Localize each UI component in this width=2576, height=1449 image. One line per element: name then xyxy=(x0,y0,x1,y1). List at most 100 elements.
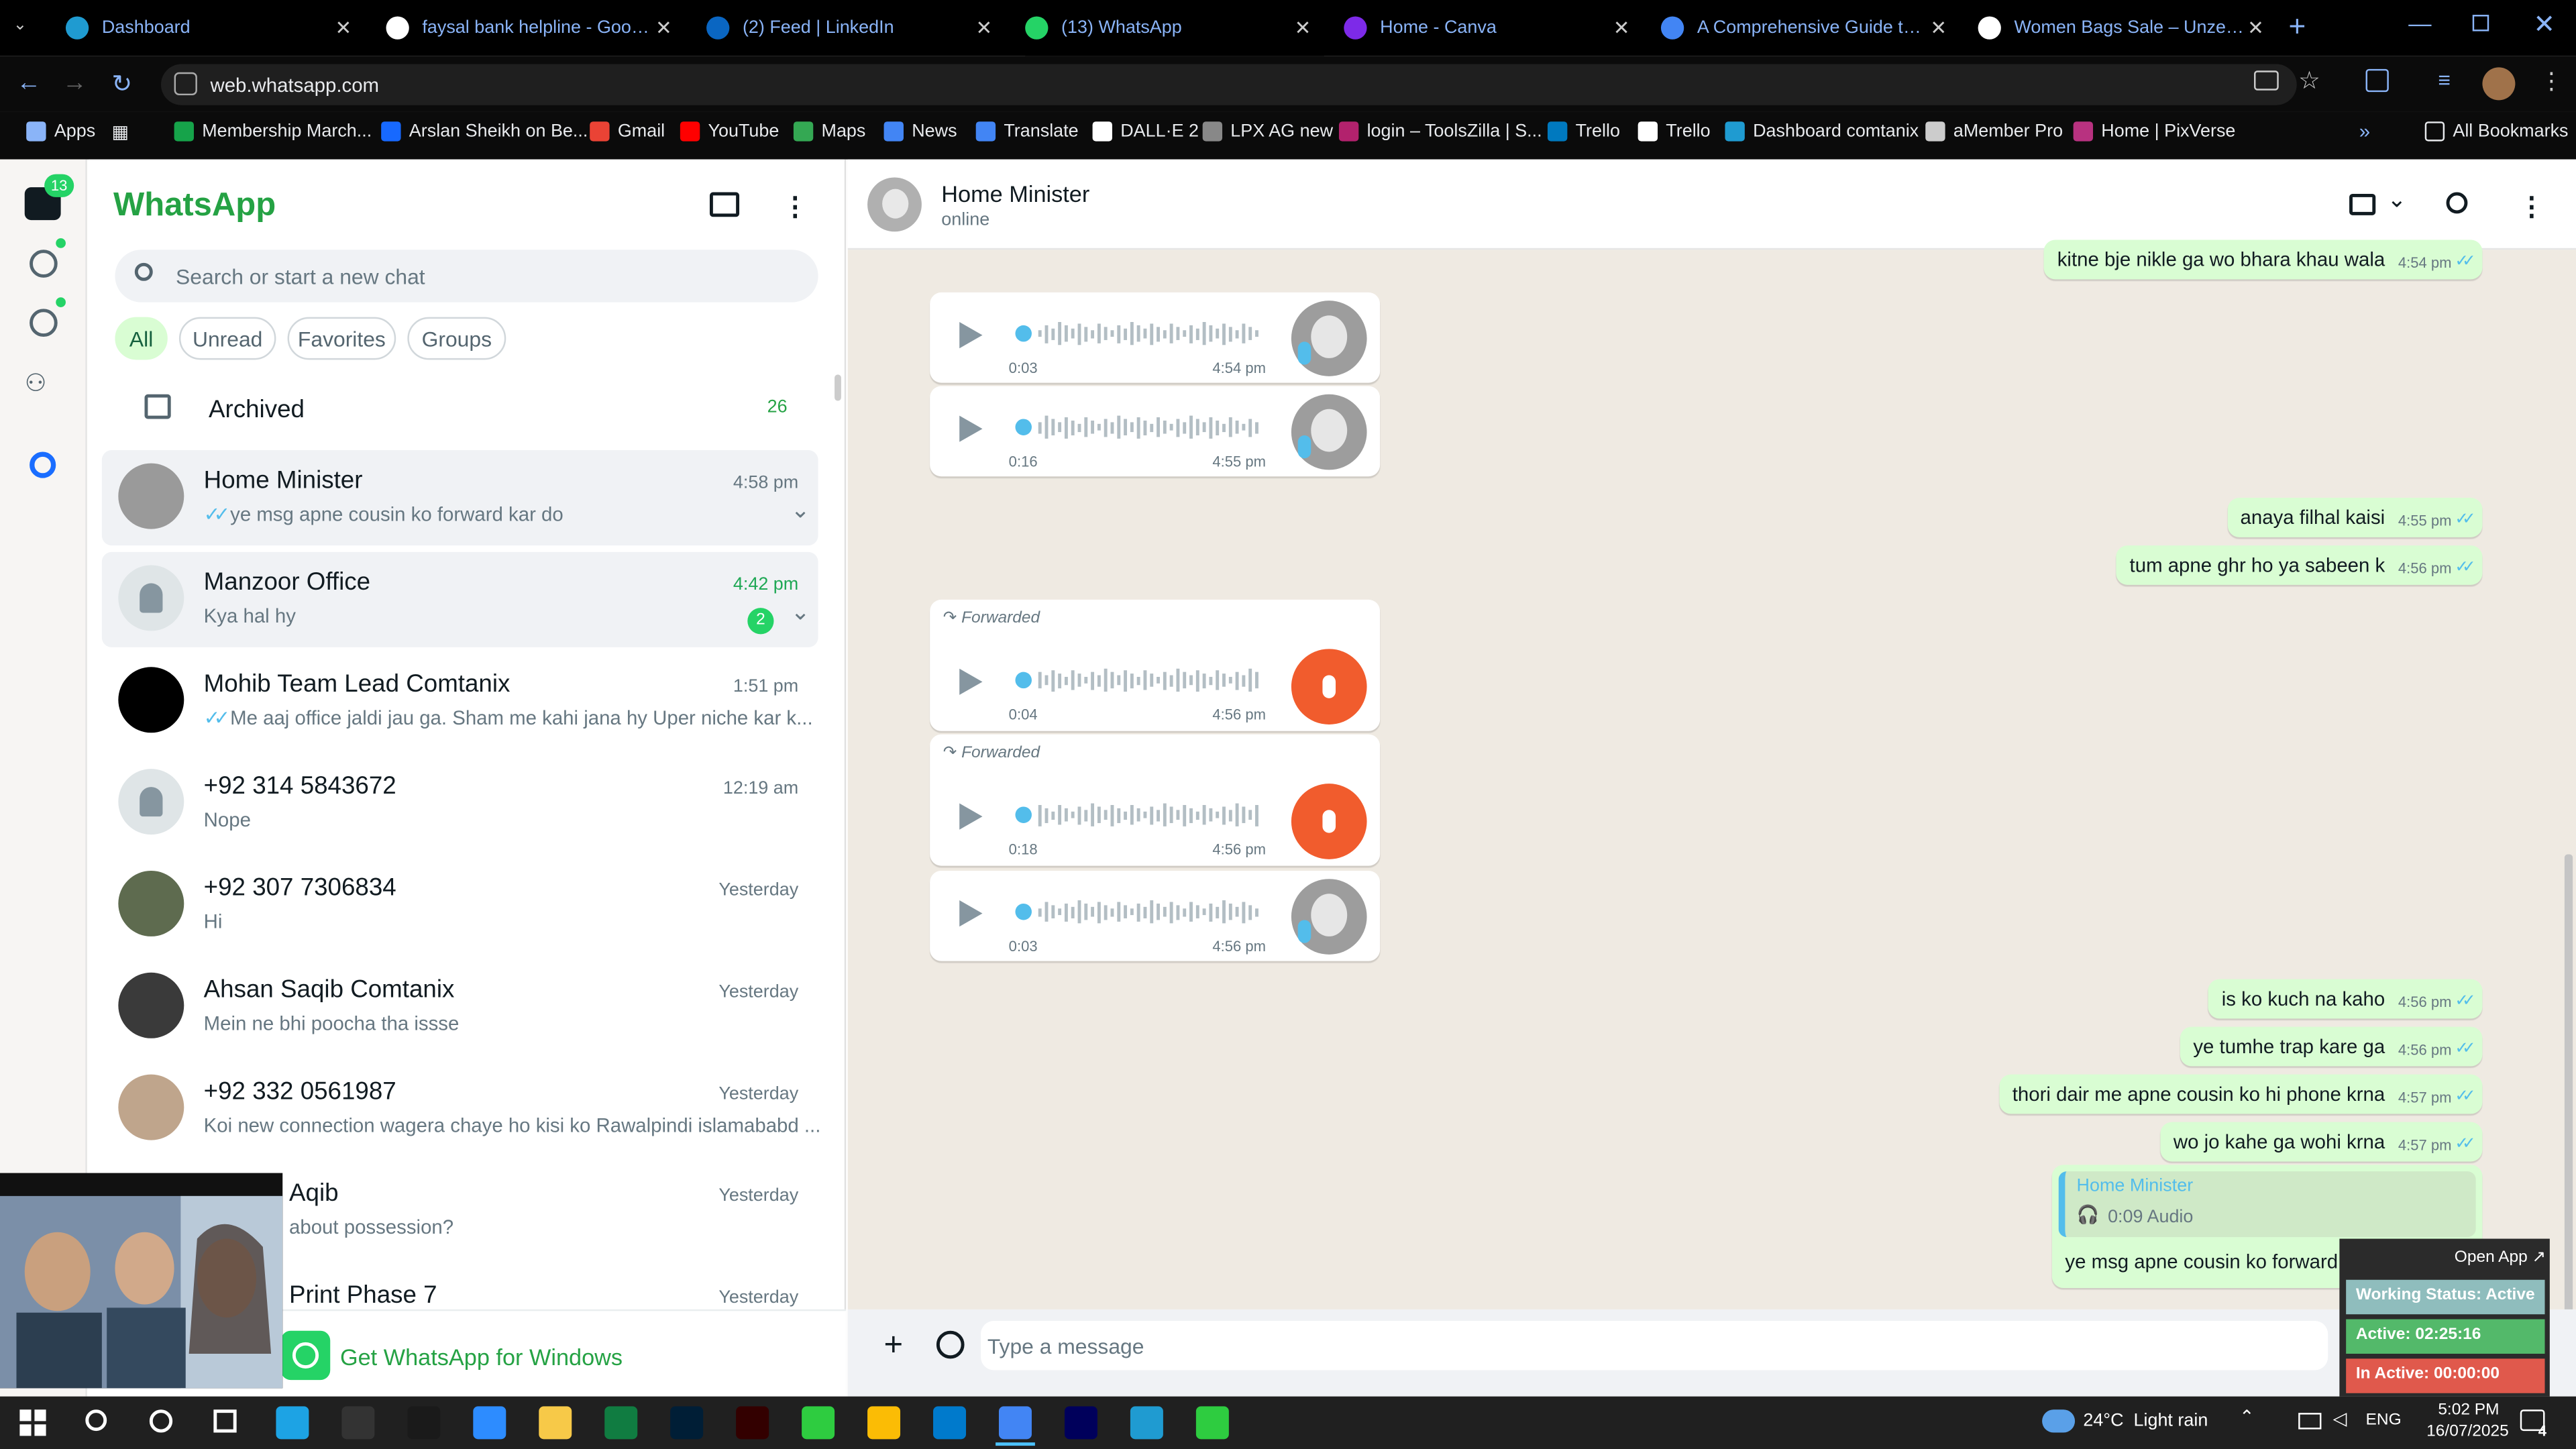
bookmark-item[interactable]: Trello xyxy=(1547,121,1620,142)
bookmark-item[interactable]: aMember Pro xyxy=(1925,121,2063,142)
green-app-2-icon[interactable] xyxy=(1195,1406,1229,1440)
waveform-knob[interactable] xyxy=(1015,806,1032,823)
zoom-icon[interactable] xyxy=(473,1406,506,1440)
chat-row[interactable]: Mohib Team Lead Comtanix ✓✓ Me aaj office … xyxy=(102,654,818,749)
quoted-message[interactable]: Home Minister 🎧 0:09 Audio xyxy=(2058,1171,2476,1238)
waveform[interactable] xyxy=(1015,662,1261,698)
all-bookmarks-button[interactable]: All Bookmarks xyxy=(2424,121,2569,142)
browser-tab[interactable]: Dashboard ✕ xyxy=(65,0,365,56)
tab-close-icon[interactable]: ✕ xyxy=(1613,16,1630,39)
channels-icon[interactable] xyxy=(30,309,58,337)
chrome-active-icon[interactable] xyxy=(998,1406,1032,1440)
clock-time[interactable]: 5:02 PM xyxy=(2438,1401,2499,1419)
video-call-icon[interactable] xyxy=(2349,193,2376,215)
terminal-icon[interactable] xyxy=(407,1406,441,1440)
illustrator-icon[interactable] xyxy=(736,1406,769,1440)
list-scrollbar[interactable] xyxy=(835,374,841,401)
waveform-knob[interactable] xyxy=(1015,325,1032,342)
edge-icon[interactable] xyxy=(276,1406,309,1440)
restore-button[interactable] xyxy=(2472,15,2489,32)
play-icon[interactable] xyxy=(959,415,983,442)
attach-plus-icon[interactable]: + xyxy=(884,1328,904,1365)
chat-scrollbar[interactable] xyxy=(2564,854,2573,1315)
outgoing-message[interactable]: anaya filhal kaisi 4:55 pm ✓✓ xyxy=(2226,498,2483,537)
bookmark-item[interactable]: Membership March... xyxy=(174,121,372,142)
browser-tab[interactable]: Home - Canva ✕ xyxy=(1344,0,1643,56)
chat-row[interactable]: +92 307 7306834 Hi Yesterday xyxy=(102,857,818,953)
voice-note[interactable]: ↷ Forwarded 0:18 4:56 pm xyxy=(930,734,1381,866)
task-view-icon[interactable] xyxy=(213,1409,237,1433)
filter-chip-all[interactable]: All xyxy=(115,317,168,360)
chat-row[interactable]: +92 332 0561987 Koi new connection wagera… xyxy=(102,1061,820,1157)
bookmark-item[interactable]: Maps xyxy=(793,121,865,142)
url-field[interactable]: web.whatsapp.com xyxy=(161,64,2297,105)
waveform[interactable] xyxy=(1015,409,1261,445)
browser-tab[interactable]: faysal bank helpline - Google Search✕ xyxy=(386,0,686,56)
browser-menu-icon[interactable]: ⋮ xyxy=(2540,67,2563,95)
outgoing-message[interactable]: wo jo kahe ga wohi krna 4:57 pm ✓✓ xyxy=(2160,1122,2483,1162)
profile-avatar[interactable] xyxy=(2482,67,2516,101)
meta-ai-icon[interactable] xyxy=(30,451,56,478)
tab-close-icon[interactable]: ✕ xyxy=(2247,16,2264,39)
communities-icon[interactable]: ⚇ xyxy=(25,368,47,398)
filter-chip-groups[interactable]: Groups xyxy=(407,317,506,360)
new-tab-button[interactable]: + xyxy=(2288,10,2306,44)
waveform[interactable] xyxy=(1015,894,1261,930)
tracker-open-app-button[interactable]: Open App ↗ xyxy=(2455,1248,2546,1267)
tab-close-icon[interactable]: ✕ xyxy=(655,16,672,39)
tab-search-dropdown[interactable]: ⌄ xyxy=(13,16,28,34)
chat-row-chevron-icon[interactable]: ⌄ xyxy=(791,496,810,525)
green-app-icon[interactable] xyxy=(802,1406,835,1440)
browser-tab[interactable]: A Comprehensive Guide to Strategies✕ xyxy=(1660,0,1960,56)
bookmark-star-icon[interactable]: ☆ xyxy=(2298,66,2320,95)
bookmark-item[interactable]: LPX AG new xyxy=(1202,121,1333,142)
cortana-icon[interactable] xyxy=(149,1409,173,1433)
bookmark-item[interactable]: News xyxy=(883,121,957,142)
menu-icon[interactable]: ⋮ xyxy=(782,191,808,223)
bookmark-item[interactable]: Home | PixVerse xyxy=(2073,121,2235,142)
clock-date[interactable]: 16/07/2025 xyxy=(2426,1423,2509,1441)
photoshop-icon[interactable] xyxy=(670,1406,704,1440)
voice-note[interactable]: 0:03 4:56 pm xyxy=(930,870,1381,961)
status-icon[interactable] xyxy=(30,250,58,278)
outgoing-message[interactable]: kitne bje nikle ga wo bhara khau wala 4:5… xyxy=(2044,239,2483,280)
bookmarks-overflow-icon[interactable]: » xyxy=(2359,120,2370,143)
chat-row[interactable]: Ahsan Saqib Comtanix Mein ne bhi poocha t… xyxy=(102,959,818,1055)
bookmark-item[interactable]: Translate xyxy=(975,121,1079,142)
weather-text[interactable]: 24°C Light rain xyxy=(2083,1411,2208,1431)
start-icon[interactable] xyxy=(19,1409,46,1436)
play-icon[interactable] xyxy=(959,803,983,830)
minimize-button[interactable]: — xyxy=(2408,10,2431,36)
contact-avatar[interactable] xyxy=(867,177,922,232)
get-app-label[interactable]: Get WhatsApp for Windows xyxy=(340,1344,623,1370)
waveform-knob[interactable] xyxy=(1015,903,1032,920)
reload-icon[interactable]: ↻ xyxy=(112,69,133,99)
bookmark-item[interactable]: login – ToolsZilla | S... xyxy=(1338,121,1542,142)
chat-menu-icon[interactable]: ⋮ xyxy=(2518,191,2544,223)
bookmark-item[interactable]: Trello xyxy=(1638,121,1711,142)
filter-chip-unread[interactable]: Unread xyxy=(178,317,276,360)
tray-chevron-icon[interactable]: ⌃ xyxy=(2239,1406,2255,1428)
search-chat-icon[interactable] xyxy=(2446,192,2468,214)
site-info-icon[interactable] xyxy=(174,72,197,96)
conversation-header[interactable] xyxy=(847,159,2576,250)
chat-row[interactable]: Manzoor Office Kya hal hy 4:42 pm 2 ⌄ xyxy=(101,551,818,647)
voice-note[interactable]: 0:16 4:55 pm xyxy=(930,386,1381,477)
media-control-icon[interactable]: ≡ xyxy=(2438,67,2451,92)
bookmark-item[interactable]: Gmail xyxy=(590,121,665,142)
outgoing-message[interactable]: thori dair me apne cousin ko hi phone kr… xyxy=(1999,1074,2483,1114)
chat-row-chevron-icon[interactable]: ⌄ xyxy=(791,598,810,626)
browser-tab[interactable]: Women Bags Sale – Unze London✕ xyxy=(1978,0,2277,56)
back-icon[interactable]: ← xyxy=(16,69,41,97)
voice-note[interactable]: 0:03 4:54 pm xyxy=(930,292,1381,383)
bookmark-item[interactable]: DALL·E 2 xyxy=(1092,121,1199,142)
tab-close-icon[interactable]: ✕ xyxy=(1930,16,1947,39)
contact-name[interactable]: Home Minister xyxy=(941,180,1089,207)
outgoing-message[interactable]: is ko kuch na kaho 4:56 pm ✓✓ xyxy=(2208,979,2483,1019)
dashboard-app-icon[interactable] xyxy=(1130,1406,1163,1440)
play-icon[interactable] xyxy=(959,322,983,349)
tab-close-icon[interactable]: ✕ xyxy=(335,16,352,39)
waveform[interactable] xyxy=(1015,315,1261,352)
voice-note[interactable]: ↷ Forwarded 0:04 4:56 pm xyxy=(930,599,1381,731)
pen-icon[interactable] xyxy=(341,1406,375,1440)
